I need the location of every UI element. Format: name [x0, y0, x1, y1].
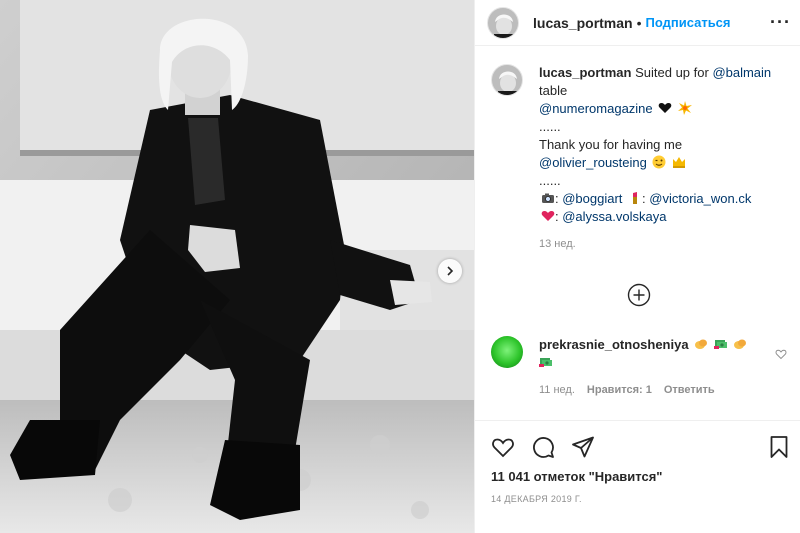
- avatar-image: [492, 65, 522, 95]
- mention-link[interactable]: @alyssa.volskaya: [562, 209, 666, 224]
- collision-icon: [677, 101, 692, 115]
- author-username[interactable]: lucas_portman: [533, 15, 633, 31]
- caption-text: lucas_portman Suited up for @balmain tab…: [539, 64, 791, 226]
- caption-username[interactable]: lucas_portman: [539, 65, 631, 80]
- caption-avatar[interactable]: [491, 64, 523, 96]
- add-comment-icon[interactable]: [627, 283, 651, 307]
- comment-likes[interactable]: Нравится: 1: [587, 384, 652, 396]
- black-heart-icon: [658, 103, 672, 113]
- bookmark-button[interactable]: [767, 435, 791, 459]
- caption-line: ......: [539, 173, 561, 188]
- caption-text-segment: Suited up for: [631, 65, 713, 80]
- comment-item: prekrasnie_otnosheniya 11 нед. Нравится:…: [491, 336, 791, 396]
- mention-link[interactable]: @balmain: [712, 65, 771, 80]
- clap-icon: [695, 339, 708, 349]
- mention-link[interactable]: @numeromagazine: [539, 101, 653, 116]
- comment-meta: 11 нед. Нравится: 1 Ответить: [539, 384, 791, 396]
- caption-line: ......: [539, 119, 561, 134]
- mention-link[interactable]: @boggiart: [562, 191, 622, 206]
- share-icon[interactable]: [571, 435, 595, 459]
- money-icon: [713, 340, 727, 349]
- follow-button[interactable]: Подписаться: [646, 15, 731, 30]
- red-heart-icon: [541, 211, 555, 221]
- action-icons: [491, 435, 595, 459]
- camera-icon: [542, 193, 554, 203]
- comment-like-icon[interactable]: [775, 348, 787, 360]
- lipstick-icon: [633, 192, 638, 204]
- more-icon[interactable]: ···: [770, 12, 791, 33]
- comment-icon[interactable]: [531, 435, 555, 459]
- likes-count[interactable]: 11 041 отметок "Нравится": [491, 469, 662, 484]
- next-photo-button[interactable]: [438, 259, 462, 283]
- caption-time[interactable]: 13 нед.: [539, 238, 791, 250]
- caption-line: Thank you for having me: [539, 137, 683, 152]
- wink-face-icon: [652, 155, 666, 169]
- commenter-avatar[interactable]: [491, 336, 523, 368]
- bookmark-icon[interactable]: [767, 435, 791, 459]
- post-date[interactable]: 14 ДЕКАБРЯ 2019 Г.: [491, 494, 582, 504]
- photo-image: [0, 0, 474, 533]
- reply-button[interactable]: Ответить: [664, 384, 715, 396]
- mention-link[interactable]: @olivier_rousteing: [539, 155, 647, 170]
- money-icon: [539, 358, 552, 367]
- caption-line: table: [539, 83, 568, 98]
- comment-time[interactable]: 11 нед.: [539, 384, 575, 396]
- header-separator: •: [636, 14, 642, 31]
- clap-icon: [734, 339, 747, 349]
- crown-icon: [673, 157, 686, 168]
- heart-icon[interactable]: [491, 435, 515, 459]
- avatar-image: [488, 7, 518, 38]
- commenter-username[interactable]: prekrasnie_otnosheniya: [539, 337, 689, 352]
- post-photo[interactable]: [0, 0, 474, 533]
- mention-link[interactable]: @victoria_won.ck: [649, 191, 751, 206]
- post-caption: lucas_portman Suited up for @balmain tab…: [491, 64, 791, 250]
- post-panel: lucas_portman • Подписаться ··· lucas_po…: [474, 0, 800, 533]
- post-header: lucas_portman • Подписаться ···: [475, 0, 800, 46]
- comment-text: prekrasnie_otnosheniya: [539, 336, 791, 372]
- author-avatar[interactable]: [487, 6, 519, 39]
- next-arrow-icon: [447, 266, 454, 276]
- post-actions: 11 041 отметок "Нравится" 14 ДЕКАБРЯ 201…: [475, 420, 800, 533]
